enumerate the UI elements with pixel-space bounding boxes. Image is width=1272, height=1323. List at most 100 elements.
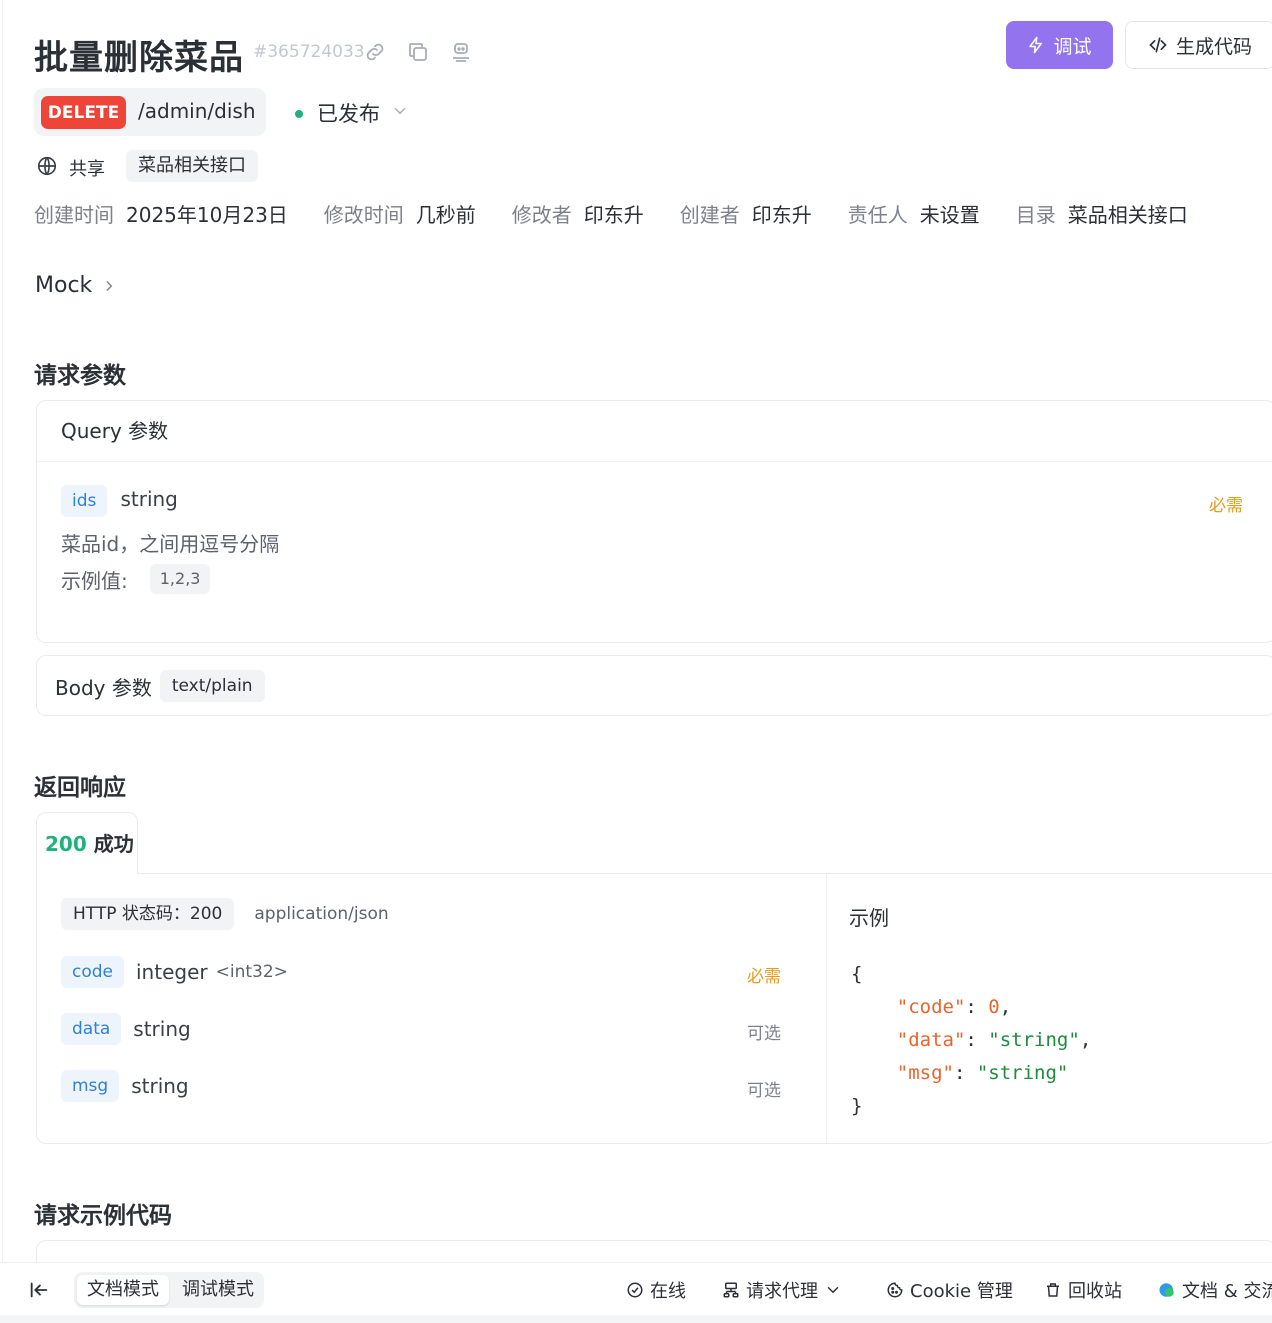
param-description: 菜品id，之间用逗号分隔 xyxy=(61,532,280,556)
response-example: 示例 { "code": 0, "data": "string", "msg":… xyxy=(827,874,1272,1143)
example-code[interactable]: { "code": 0, "data": "string", "msg": "s… xyxy=(851,958,1091,1123)
http-status-tag: HTTP 状态码：200 xyxy=(61,898,235,930)
json-comma: , xyxy=(1079,1029,1092,1051)
chevron-down-icon xyxy=(827,1287,839,1294)
param-example-value: 1,2,3 xyxy=(149,564,211,594)
response-schema: HTTP 状态码：200 application/json code integ… xyxy=(37,874,827,1143)
endpoint-box[interactable]: DELETE /admin/dish xyxy=(34,88,266,136)
docs-community[interactable]: 文档 & 交流 xyxy=(1158,1277,1272,1303)
chevron-right-icon xyxy=(106,280,113,291)
copy-icon[interactable] xyxy=(406,40,430,64)
meta-row: 创建时间 2025年10月23日 修改时间 几秒前 修改者 印东升 创建者 印东升 责任… xyxy=(34,199,1224,228)
globe-icon xyxy=(36,155,58,177)
status-dot xyxy=(295,110,303,118)
debug-button-label: 调试 xyxy=(1053,35,1092,58)
json-value: 0 xyxy=(988,996,1000,1018)
example-title: 示例 xyxy=(849,906,889,930)
method-badge: DELETE xyxy=(41,96,126,129)
field-format: <int32> xyxy=(215,962,288,982)
cookie-label: Cookie 管理 xyxy=(910,1281,1013,1302)
request-section-title: 请求参数 xyxy=(34,363,126,389)
field-flag: 必需 xyxy=(747,967,781,987)
param-row: ids string xyxy=(61,485,178,517)
meta-value: 印东升 xyxy=(583,203,644,227)
bottom-bar: 文档模式 调试模式 在线 请求代理 Cookie 管理 回收站 文档 & 交流 xyxy=(0,1262,1272,1315)
body-content-type: text/plain xyxy=(159,670,265,702)
field-row: data string xyxy=(61,1013,191,1045)
param-example-label: 示例值: xyxy=(61,568,128,593)
field-name[interactable]: msg xyxy=(61,1070,120,1102)
share-label[interactable]: 共享 xyxy=(69,155,105,181)
endpoint-path: /admin/dish xyxy=(138,99,256,123)
field-name[interactable]: data xyxy=(61,1013,122,1045)
cookie-manager[interactable]: Cookie 管理 xyxy=(886,1277,1013,1303)
json-value: "string" xyxy=(988,1029,1080,1051)
meta-value: 2025年10月23日 xyxy=(126,203,288,227)
field-row: code integer <int32> xyxy=(61,956,288,988)
field-type: string xyxy=(133,1017,191,1041)
code-section-title: 请求示例代码 xyxy=(34,1203,172,1229)
recycle-bin[interactable]: 回收站 xyxy=(1044,1277,1122,1303)
doc-mode-button[interactable]: 文档模式 xyxy=(77,1275,169,1305)
proxy-label: 请求代理 xyxy=(746,1281,818,1302)
generate-code-button[interactable]: 生成代码 xyxy=(1125,21,1272,69)
online-status[interactable]: 在线 xyxy=(626,1277,686,1303)
network-icon xyxy=(723,1282,739,1298)
status-select[interactable]: 已发布 xyxy=(317,98,380,128)
response-card: HTTP 状态码：200 application/json code integ… xyxy=(36,873,1272,1144)
json-key: "code" xyxy=(896,996,966,1018)
lightning-icon xyxy=(1029,36,1043,54)
meta-value: 印东升 xyxy=(751,203,812,227)
meta-key: 目录 xyxy=(1015,203,1056,227)
cookie-icon xyxy=(887,1282,903,1298)
response-code: 200 xyxy=(45,832,87,856)
json-brace: { xyxy=(851,963,863,985)
query-params-title: Query 参数 xyxy=(37,401,1272,462)
debug-mode-button[interactable]: 调试模式 xyxy=(172,1275,264,1305)
trash-icon xyxy=(1047,1283,1059,1297)
query-params-card: Query 参数 ids string 必需 菜品id，之间用逗号分隔 示例值:… xyxy=(36,400,1272,643)
meta-key: 创建时间 xyxy=(34,203,114,227)
field-flag: 可选 xyxy=(747,1081,781,1101)
proxy-dropdown[interactable]: 请求代理 xyxy=(722,1277,842,1303)
link-icon[interactable] xyxy=(363,40,387,64)
json-brace: } xyxy=(851,1095,863,1117)
field-name[interactable]: code xyxy=(61,956,124,988)
api-id: #365724033 xyxy=(253,42,365,62)
chevron-down-icon[interactable] xyxy=(391,102,409,120)
response-label: 成功 xyxy=(93,832,134,856)
param-required: 必需 xyxy=(1209,496,1243,516)
json-key: "msg" xyxy=(896,1062,954,1084)
meta-key: 责任人 xyxy=(847,203,908,227)
ai-robot-icon[interactable] xyxy=(449,40,473,64)
mode-switch: 文档模式 调试模式 xyxy=(74,1272,264,1308)
chat-bubble-icon xyxy=(1159,1283,1174,1297)
mock-label: Mock xyxy=(35,273,93,298)
folder-tag[interactable]: 菜品相关接口 xyxy=(126,150,258,182)
collapse-sidebar-icon[interactable] xyxy=(28,1279,50,1301)
mock-toggle[interactable]: Mock xyxy=(35,273,116,298)
body-params-title: Body 参数 xyxy=(55,675,152,700)
field-type: integer xyxy=(136,960,208,984)
tab-response-200[interactable]: 200 成功 xyxy=(36,812,138,874)
meta-value[interactable]: 菜品相关接口 xyxy=(1068,199,1188,228)
json-key: "data" xyxy=(896,1029,966,1051)
json-comma: , xyxy=(999,996,1012,1018)
field-flag: 可选 xyxy=(747,1024,781,1044)
param-name[interactable]: ids xyxy=(61,485,108,517)
json-value: "string" xyxy=(976,1062,1069,1084)
meta-value[interactable]: 未设置 xyxy=(920,199,980,228)
page-title: 批量删除菜品 xyxy=(34,38,244,78)
docs-label: 文档 & 交流 xyxy=(1182,1281,1272,1302)
meta-key: 创建者 xyxy=(679,203,740,227)
meta-key: 修改者 xyxy=(511,203,572,227)
online-label: 在线 xyxy=(650,1281,686,1302)
field-type: string xyxy=(131,1074,189,1098)
response-section-title: 返回响应 xyxy=(34,775,126,801)
debug-button[interactable]: 调试 xyxy=(1006,21,1113,69)
response-content-type: application/json xyxy=(254,904,389,924)
param-type: string xyxy=(120,487,178,511)
recycle-label: 回收站 xyxy=(1068,1281,1122,1302)
body-params-card[interactable]: Body 参数 text/plain xyxy=(36,655,1272,716)
field-row: msg string xyxy=(61,1070,189,1102)
